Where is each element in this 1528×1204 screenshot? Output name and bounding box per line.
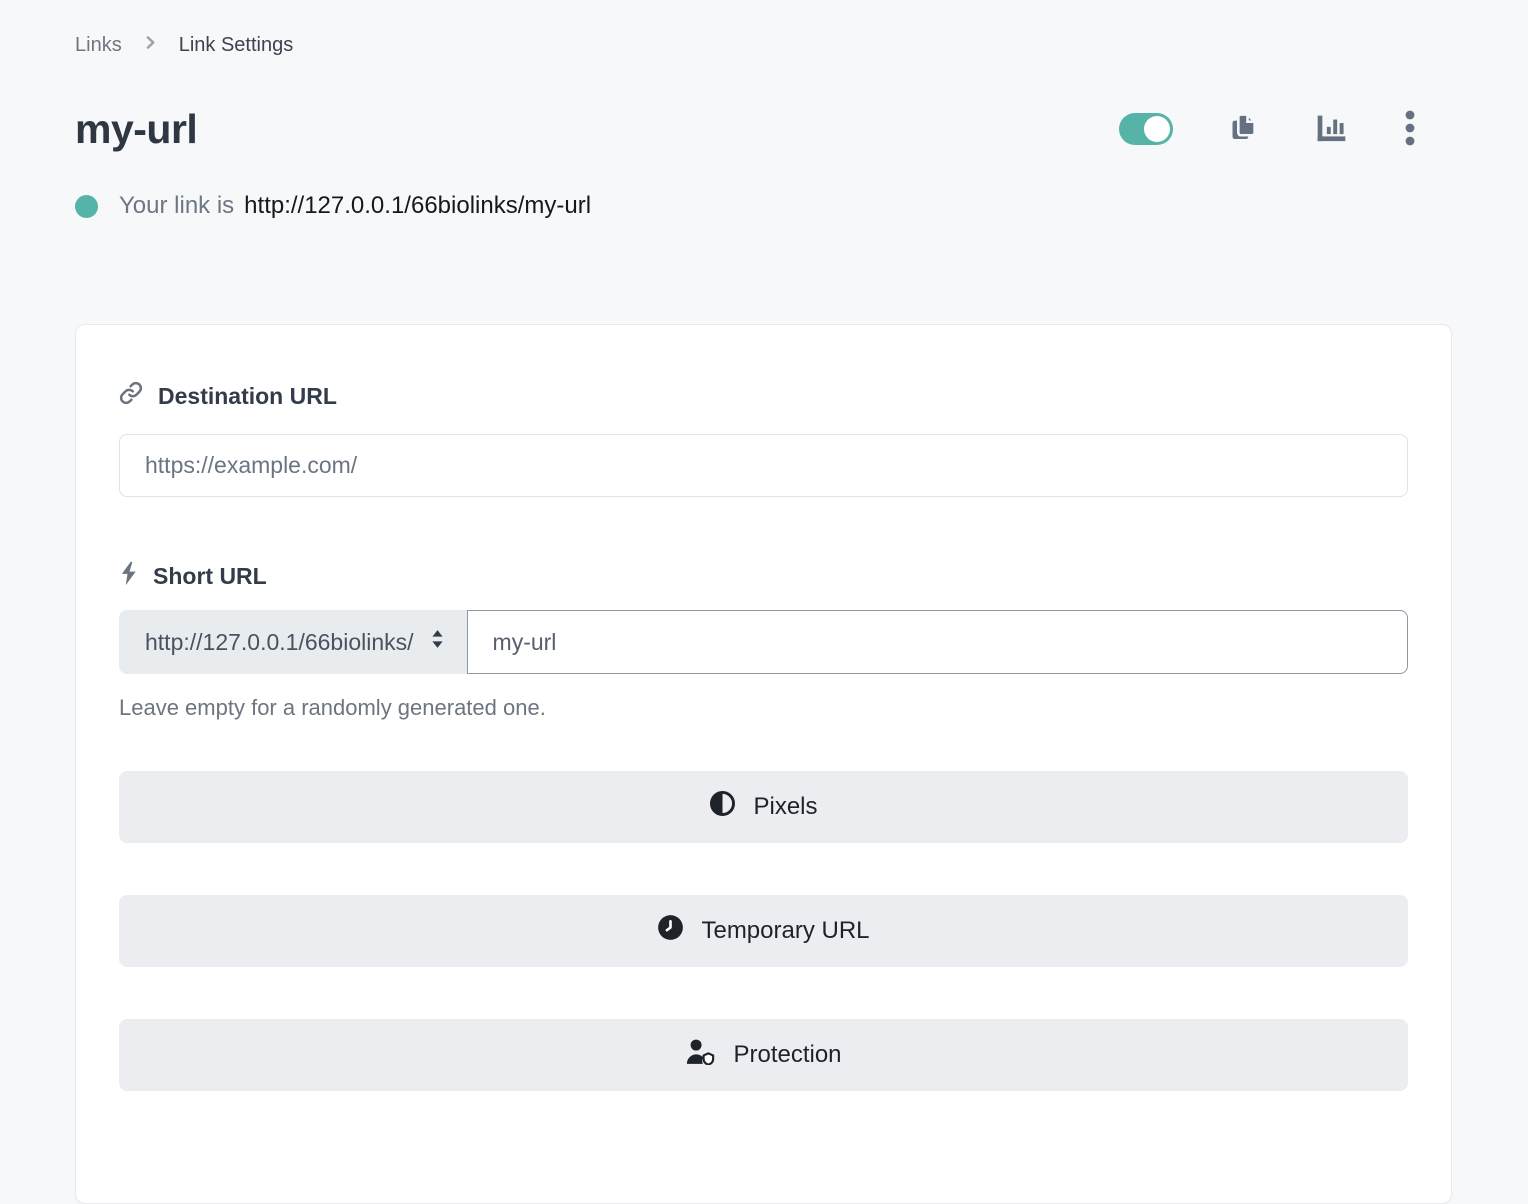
- user-shield-icon: [685, 1038, 716, 1072]
- breadcrumb-current: Link Settings: [179, 34, 294, 57]
- short-url-label: Short URL: [119, 561, 1408, 591]
- header-actions: [1119, 110, 1416, 149]
- page-title: my-url: [75, 106, 197, 153]
- pixels-button-label: Pixels: [753, 793, 817, 821]
- sort-arrows-icon: [429, 627, 446, 657]
- clock-icon: [657, 914, 684, 948]
- temporary-url-section-button[interactable]: Temporary URL: [119, 895, 1408, 967]
- destination-url-label: Destination URL: [119, 381, 1408, 411]
- short-url-domain-value: http://127.0.0.1/66biolinks/: [145, 629, 414, 656]
- link-active-toggle[interactable]: [1119, 113, 1173, 145]
- page-header: my-url: [75, 102, 1452, 156]
- page: Links Link Settings my-url: [0, 0, 1528, 1204]
- destination-url-input[interactable]: [119, 434, 1408, 497]
- short-url-helper-text: Leave empty for a randomly generated one…: [119, 695, 1408, 721]
- status-link-url: http://127.0.0.1/66biolinks/my-url: [244, 192, 591, 220]
- copy-icon: [1228, 111, 1259, 147]
- bar-chart-icon: [1314, 112, 1349, 147]
- link-chain-icon: [119, 381, 143, 411]
- chevron-right-icon: [142, 34, 159, 57]
- status-text: Your link is: [119, 192, 234, 220]
- adjust-icon: [709, 790, 736, 824]
- statistics-button[interactable]: [1314, 112, 1349, 147]
- toggle-knob: [1144, 116, 1170, 142]
- temporary-url-button-label: Temporary URL: [701, 917, 869, 945]
- short-url-slug-input[interactable]: [467, 610, 1408, 674]
- breadcrumb-links[interactable]: Links: [75, 34, 122, 57]
- short-url-label-text: Short URL: [153, 563, 267, 590]
- copy-link-button[interactable]: [1228, 111, 1259, 147]
- short-url-domain-select[interactable]: http://127.0.0.1/66biolinks/: [119, 610, 467, 674]
- short-url-input-group: http://127.0.0.1/66biolinks/: [119, 610, 1408, 674]
- protection-section-button[interactable]: Protection: [119, 1019, 1408, 1091]
- link-settings-card: Destination URL Short URL http://127.0.0…: [75, 324, 1452, 1204]
- breadcrumb: Links Link Settings: [75, 30, 1452, 60]
- destination-url-label-text: Destination URL: [158, 383, 337, 410]
- link-status-row: Your link is http://127.0.0.1/66biolinks…: [75, 190, 1452, 222]
- protection-button-label: Protection: [733, 1041, 841, 1069]
- lightning-bolt-icon: [119, 561, 138, 592]
- pixels-section-button[interactable]: Pixels: [119, 771, 1408, 843]
- status-dot-icon: [75, 195, 98, 218]
- more-options-button[interactable]: [1404, 110, 1416, 149]
- kebab-menu-icon: [1404, 110, 1416, 149]
